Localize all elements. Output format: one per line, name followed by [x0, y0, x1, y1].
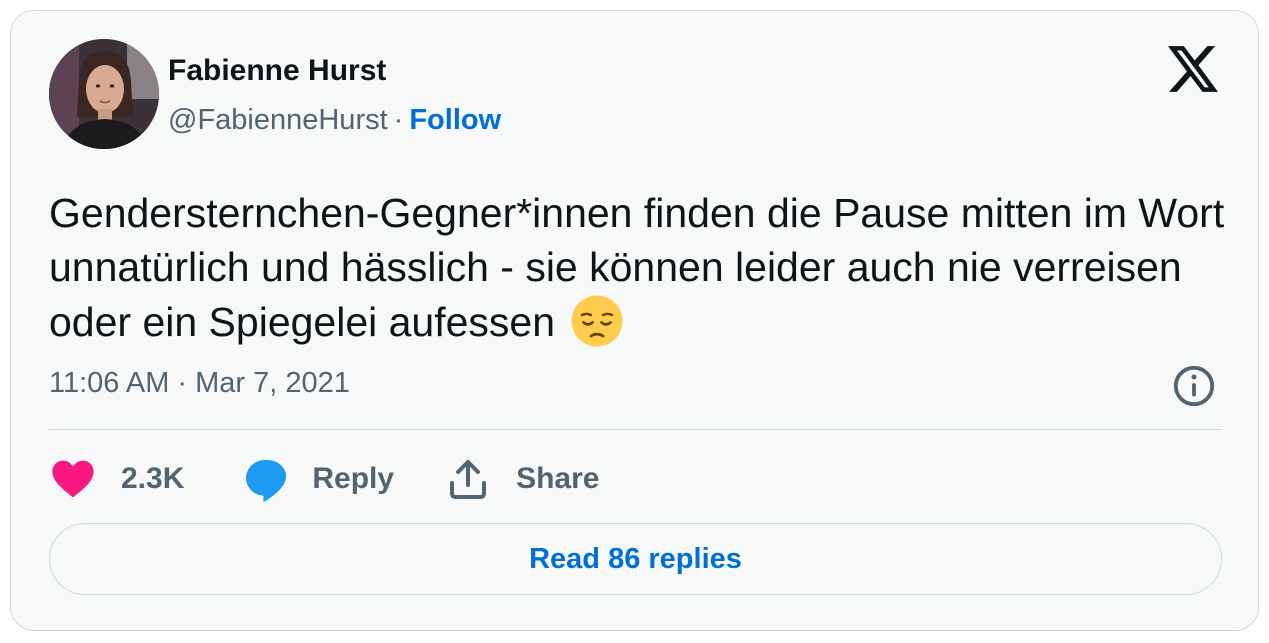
author-name[interactable]: Fabienne Hurst — [168, 54, 386, 88]
avatar[interactable] — [49, 39, 159, 149]
follow-link[interactable]: Follow — [409, 104, 501, 136]
action-bar: 2.3K Reply Share — [49, 451, 599, 507]
info-icon[interactable] — [1171, 363, 1217, 409]
share-icon — [450, 460, 487, 499]
tweet-card: Fabienne Hurst @FabienneHurst · Follow Gen… — [10, 10, 1259, 631]
heart-icon — [52, 460, 94, 498]
like-button[interactable]: 2.3K — [49, 455, 184, 503]
author-handle-row: @FabienneHurst · Follow — [168, 104, 501, 137]
read-replies-button[interactable]: Read 86 replies — [49, 523, 1222, 595]
x-logo-icon[interactable] — [1168, 46, 1218, 92]
share-button[interactable]: Share — [444, 455, 599, 503]
speech-bubble-icon — [246, 460, 287, 502]
divider — [49, 429, 1222, 430]
reply-label: Reply — [312, 462, 395, 495]
reply-button[interactable]: Reply — [242, 455, 394, 503]
author-handle[interactable]: @FabienneHurst — [168, 104, 388, 136]
pensive-face-emoji — [571, 295, 623, 347]
tweet-text-block: Gendersternchen-Gegner*innen finden die … — [49, 186, 1229, 349]
share-label: Share — [516, 462, 600, 495]
like-count: 2.3K — [121, 462, 185, 495]
tweet-text: Gendersternchen-Gegner*innen finden die … — [49, 190, 1225, 345]
tweet-timestamp[interactable]: 11:06 AM · Mar 7, 2021 — [49, 367, 350, 400]
handle-separator: · — [393, 104, 404, 136]
